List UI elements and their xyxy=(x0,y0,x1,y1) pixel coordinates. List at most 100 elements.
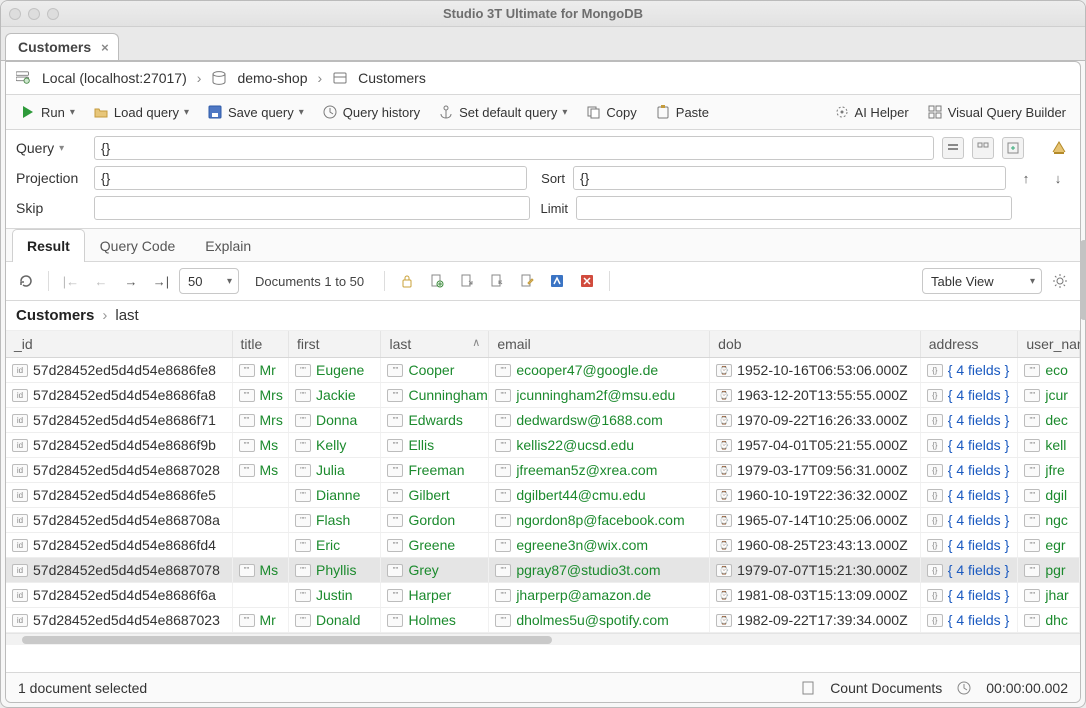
refresh-button[interactable] xyxy=(14,269,38,293)
server-icon xyxy=(16,70,32,86)
col-last[interactable]: last∧ xyxy=(381,331,489,358)
format-option-3-button[interactable] xyxy=(1002,137,1024,159)
table-row[interactable]: id57d28452ed5d4d54e8686fe5""Dianne""Gilb… xyxy=(6,483,1080,508)
col-first[interactable]: first xyxy=(289,331,381,358)
type-badge: "" xyxy=(495,564,511,577)
tab-result[interactable]: Result xyxy=(12,229,85,262)
col-title[interactable]: title xyxy=(232,331,289,358)
type-badge: ⌚ xyxy=(716,489,732,502)
first-page-button[interactable]: |← xyxy=(59,269,83,293)
type-badge: id xyxy=(12,464,28,477)
type-badge: "" xyxy=(387,414,403,427)
type-badge: "" xyxy=(387,489,403,502)
type-badge: "" xyxy=(495,389,511,402)
clear-query-button[interactable] xyxy=(1048,137,1070,159)
save-query-button[interactable]: Save query▾ xyxy=(201,101,310,123)
type-badge: ⌚ xyxy=(716,589,732,602)
anchor-icon xyxy=(438,104,454,120)
format-option-2-button[interactable] xyxy=(972,137,994,159)
col-email[interactable]: email xyxy=(489,331,710,358)
type-badge: {} xyxy=(927,589,943,602)
col-dob[interactable]: dob xyxy=(710,331,921,358)
set-default-query-button[interactable]: Set default query▾ xyxy=(432,101,573,123)
tab-explain[interactable]: Explain xyxy=(190,229,266,261)
type-badge: "" xyxy=(295,489,311,502)
table-row[interactable]: id57d28452ed5d4d54e8686fe8""Mr""Eugene""… xyxy=(6,358,1080,383)
next-page-button[interactable]: → xyxy=(119,269,143,293)
query-input[interactable] xyxy=(94,136,934,160)
breadcrumb-collection[interactable]: Customers xyxy=(358,70,426,86)
tab-query-code[interactable]: Query Code xyxy=(85,229,190,261)
type-badge: "" xyxy=(495,489,511,502)
sort-asc-button[interactable]: ↑ xyxy=(1014,166,1038,190)
type-badge: "" xyxy=(1024,589,1040,602)
type-badge: {} xyxy=(927,514,943,527)
prev-page-button[interactable]: ← xyxy=(89,269,113,293)
import-doc-button[interactable] xyxy=(485,269,509,293)
visual-query-builder-button[interactable]: Visual Query Builder xyxy=(921,101,1072,123)
type-badge: "" xyxy=(387,614,403,627)
breadcrumb-host[interactable]: Local (localhost:27017) xyxy=(42,70,187,86)
sort-input[interactable] xyxy=(573,166,1006,190)
type-badge: ⌚ xyxy=(716,514,732,527)
results-grid: _id title first last∧ email dob address … xyxy=(6,331,1080,672)
type-badge: ⌚ xyxy=(716,614,732,627)
table-row[interactable]: id57d28452ed5d4d54e8686f71""Mrs""Donna""… xyxy=(6,408,1080,433)
window-title: Studio 3T Ultimate for MongoDB xyxy=(1,6,1085,21)
vertical-scrollbar[interactable] xyxy=(1080,240,1086,320)
col-user[interactable]: user_nan xyxy=(1018,331,1080,358)
edit-doc-button[interactable] xyxy=(515,269,539,293)
count-documents-button[interactable]: Count Documents xyxy=(830,680,942,696)
table-row[interactable]: id57d28452ed5d4d54e8686f6a""Justin""Harp… xyxy=(6,583,1080,608)
skip-input[interactable] xyxy=(94,196,530,220)
table-row[interactable]: id57d28452ed5d4d54e8686fa8""Mrs""Jackie"… xyxy=(6,383,1080,408)
play-icon xyxy=(20,104,36,120)
type-badge: "" xyxy=(239,439,255,452)
table-row[interactable]: id57d28452ed5d4d54e8687028""Ms""Julia""F… xyxy=(6,458,1080,483)
type-badge: "" xyxy=(295,589,311,602)
load-query-button[interactable]: Load query▾ xyxy=(87,101,195,123)
col-id[interactable]: _id xyxy=(6,331,232,358)
query-label[interactable]: Query ▾ xyxy=(16,140,86,156)
limit-input[interactable] xyxy=(576,196,1012,220)
add-doc-button[interactable] xyxy=(425,269,449,293)
result-toolbar: |← ← → →| 50 Documents 1 to 50 Table Vie… xyxy=(6,262,1080,301)
projection-input[interactable] xyxy=(94,166,527,190)
type-badge: "" xyxy=(1024,389,1040,402)
copy-button[interactable]: Copy xyxy=(579,101,642,123)
table-row[interactable]: id57d28452ed5d4d54e8686f9b""Ms""Kelly""E… xyxy=(6,433,1080,458)
last-page-button[interactable]: →| xyxy=(149,269,173,293)
table-path-leaf[interactable]: last xyxy=(115,307,138,324)
table-row[interactable]: id57d28452ed5d4d54e8687023""Mr""Donald""… xyxy=(6,608,1080,633)
paste-icon xyxy=(655,104,671,120)
view-mode-select[interactable]: Table View xyxy=(922,268,1042,294)
close-icon[interactable]: × xyxy=(101,40,109,55)
horizontal-scrollbar[interactable] xyxy=(6,633,1080,645)
table-row[interactable]: id57d28452ed5d4d54e8687078""Ms""Phyllis"… xyxy=(6,558,1080,583)
col-address[interactable]: address xyxy=(920,331,1018,358)
table-row[interactable]: id57d28452ed5d4d54e868708a""Flash""Gordo… xyxy=(6,508,1080,533)
delete-doc-button[interactable] xyxy=(575,269,599,293)
type-badge: id xyxy=(12,539,28,552)
update-doc-button[interactable] xyxy=(545,269,569,293)
settings-button[interactable] xyxy=(1048,269,1072,293)
format-option-1-button[interactable] xyxy=(942,137,964,159)
page-size-select[interactable]: 50 xyxy=(179,268,239,294)
type-badge: "" xyxy=(239,464,255,477)
breadcrumb-db[interactable]: demo-shop xyxy=(237,70,307,86)
ai-helper-button[interactable]: AI Helper xyxy=(828,101,915,123)
tab-customers[interactable]: Customers × xyxy=(5,33,119,60)
table-path-root[interactable]: Customers xyxy=(16,307,94,324)
type-badge: "" xyxy=(1024,464,1040,477)
sort-desc-button[interactable]: ↓ xyxy=(1046,166,1070,190)
export-doc-button[interactable] xyxy=(455,269,479,293)
type-badge: id xyxy=(12,514,28,527)
table-row[interactable]: id57d28452ed5d4d54e8686fd4""Eric""Greene… xyxy=(6,533,1080,558)
query-history-button[interactable]: Query history xyxy=(316,101,426,123)
save-icon xyxy=(207,104,223,120)
run-button[interactable]: Run▾ xyxy=(14,101,81,123)
paste-button[interactable]: Paste xyxy=(649,101,715,123)
clock-icon xyxy=(322,104,338,120)
type-badge: "" xyxy=(295,514,311,527)
lock-button[interactable] xyxy=(395,269,419,293)
